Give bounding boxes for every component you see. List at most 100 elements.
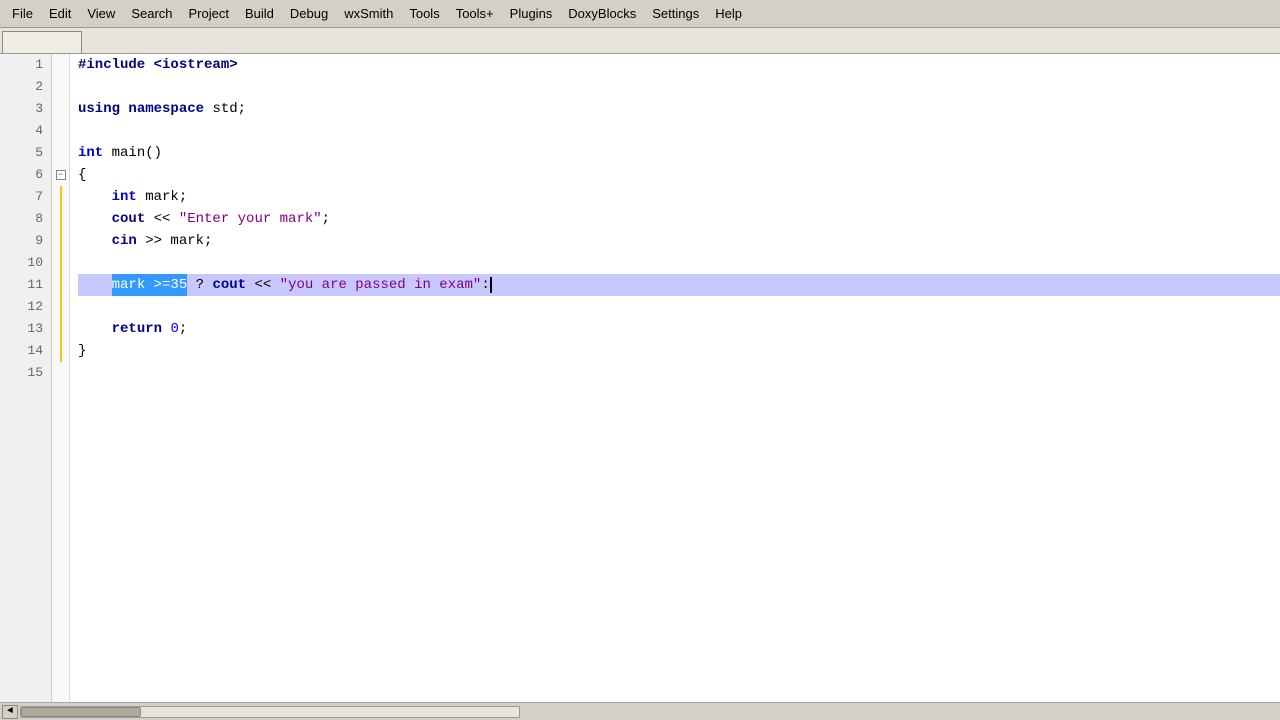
menu-item-tools+[interactable]: Tools+	[448, 3, 502, 24]
menu-item-edit[interactable]: Edit	[41, 3, 79, 24]
code-span: :	[481, 274, 489, 296]
menu-item-wxsmith[interactable]: wxSmith	[336, 3, 401, 24]
menu-item-plugins[interactable]: Plugins	[502, 3, 561, 24]
code-span: int	[112, 186, 137, 208]
line-number-6: 6	[0, 164, 51, 186]
line-number-5: 5	[0, 142, 51, 164]
fold-line-13	[60, 318, 62, 340]
fold-marker-3	[52, 98, 69, 120]
scrollbar-track[interactable]	[20, 706, 520, 718]
fold-line-8	[60, 208, 62, 230]
fold-line-11	[60, 274, 62, 296]
code-area[interactable]: #include <iostream> using namespace std; i…	[70, 54, 1280, 702]
line-number-9: 9	[0, 230, 51, 252]
code-span: namespace	[128, 98, 204, 120]
fold-marker-9	[52, 230, 69, 252]
fold-marker-15	[52, 362, 69, 384]
menu-item-view[interactable]: View	[79, 3, 123, 24]
menu-bar: FileEditViewSearchProjectBuildDebugwxSmi…	[0, 0, 1280, 28]
code-line-6: {	[78, 164, 1280, 186]
fold-marker-2	[52, 76, 69, 98]
code-line-4	[78, 120, 1280, 142]
fold-marker-12	[52, 296, 69, 318]
code-span: #include <iostream>	[78, 54, 238, 76]
code-line-14: }	[78, 340, 1280, 362]
code-span	[120, 98, 128, 120]
menu-item-debug[interactable]: Debug	[282, 3, 336, 24]
fold-marker-4	[52, 120, 69, 142]
code-span: std;	[204, 98, 246, 120]
line-number-4: 4	[0, 120, 51, 142]
code-span	[78, 274, 112, 296]
code-span: <<	[246, 274, 280, 296]
code-span	[78, 186, 112, 208]
menu-item-tools[interactable]: Tools	[401, 3, 447, 24]
code-span: "you are passed in exam"	[280, 274, 482, 296]
line-number-14: 14	[0, 340, 51, 362]
active-tab[interactable]	[2, 31, 82, 53]
line-numbers: 123456789101112131415	[0, 54, 52, 702]
fold-marker-14	[52, 340, 69, 362]
code-span: ;	[179, 318, 187, 340]
code-span: "Enter your mark"	[179, 208, 322, 230]
menu-item-project[interactable]: Project	[181, 3, 237, 24]
code-line-7: int mark;	[78, 186, 1280, 208]
code-span: return	[112, 318, 162, 340]
fold-marker-6[interactable]: −	[52, 164, 69, 186]
fold-line-14	[60, 340, 62, 362]
line-number-13: 13	[0, 318, 51, 340]
code-span: <<	[145, 208, 179, 230]
menu-item-help[interactable]: Help	[707, 3, 750, 24]
fold-line-10	[60, 252, 62, 274]
code-span: >> mark;	[137, 230, 213, 252]
code-span: ?	[187, 274, 212, 296]
code-span: int	[78, 142, 103, 164]
code-span	[78, 230, 112, 252]
code-span: 0	[170, 318, 178, 340]
menu-item-search[interactable]: Search	[123, 3, 180, 24]
horizontal-scrollbar[interactable]: ◄	[0, 702, 1280, 720]
code-line-8: cout << "Enter your mark";	[78, 208, 1280, 230]
tab-bar	[0, 28, 1280, 54]
code-span: using	[78, 98, 120, 120]
code-line-3: using namespace std;	[78, 98, 1280, 120]
selected-text: mark >=35	[112, 274, 188, 296]
line-number-11: 11	[0, 274, 51, 296]
code-span: main()	[103, 142, 162, 164]
code-line-1: #include <iostream>	[78, 54, 1280, 76]
fold-box-6[interactable]: −	[56, 170, 66, 180]
menu-item-doxyblocks[interactable]: DoxyBlocks	[560, 3, 644, 24]
text-cursor	[490, 277, 492, 293]
code-line-12	[78, 296, 1280, 318]
code-span: ;	[322, 208, 330, 230]
code-span: {	[78, 164, 86, 186]
fold-marker-13	[52, 318, 69, 340]
code-span: cout	[212, 274, 246, 296]
line-number-15: 15	[0, 362, 51, 384]
fold-line-12	[60, 296, 62, 318]
fold-margin: −	[52, 54, 70, 702]
menu-item-file[interactable]: File	[4, 3, 41, 24]
editor-area: 123456789101112131415 − #include <iostre…	[0, 54, 1280, 702]
fold-marker-5	[52, 142, 69, 164]
code-span	[78, 208, 112, 230]
code-line-15	[78, 362, 1280, 384]
line-number-3: 3	[0, 98, 51, 120]
line-number-8: 8	[0, 208, 51, 230]
fold-marker-8	[52, 208, 69, 230]
line-number-1: 1	[0, 54, 51, 76]
code-span	[78, 318, 112, 340]
scrollbar-thumb[interactable]	[21, 707, 141, 717]
menu-item-build[interactable]: Build	[237, 3, 282, 24]
line-number-12: 12	[0, 296, 51, 318]
menu-item-settings[interactable]: Settings	[644, 3, 707, 24]
fold-line-9	[60, 230, 62, 252]
fold-line-7	[60, 186, 62, 208]
code-line-11: mark >=35 ? cout << "you are passed in e…	[78, 274, 1280, 296]
code-line-9: cin >> mark;	[78, 230, 1280, 252]
code-span	[162, 318, 170, 340]
scroll-left-button[interactable]: ◄	[2, 705, 18, 719]
code-span: cout	[112, 208, 146, 230]
line-number-10: 10	[0, 252, 51, 274]
line-number-7: 7	[0, 186, 51, 208]
